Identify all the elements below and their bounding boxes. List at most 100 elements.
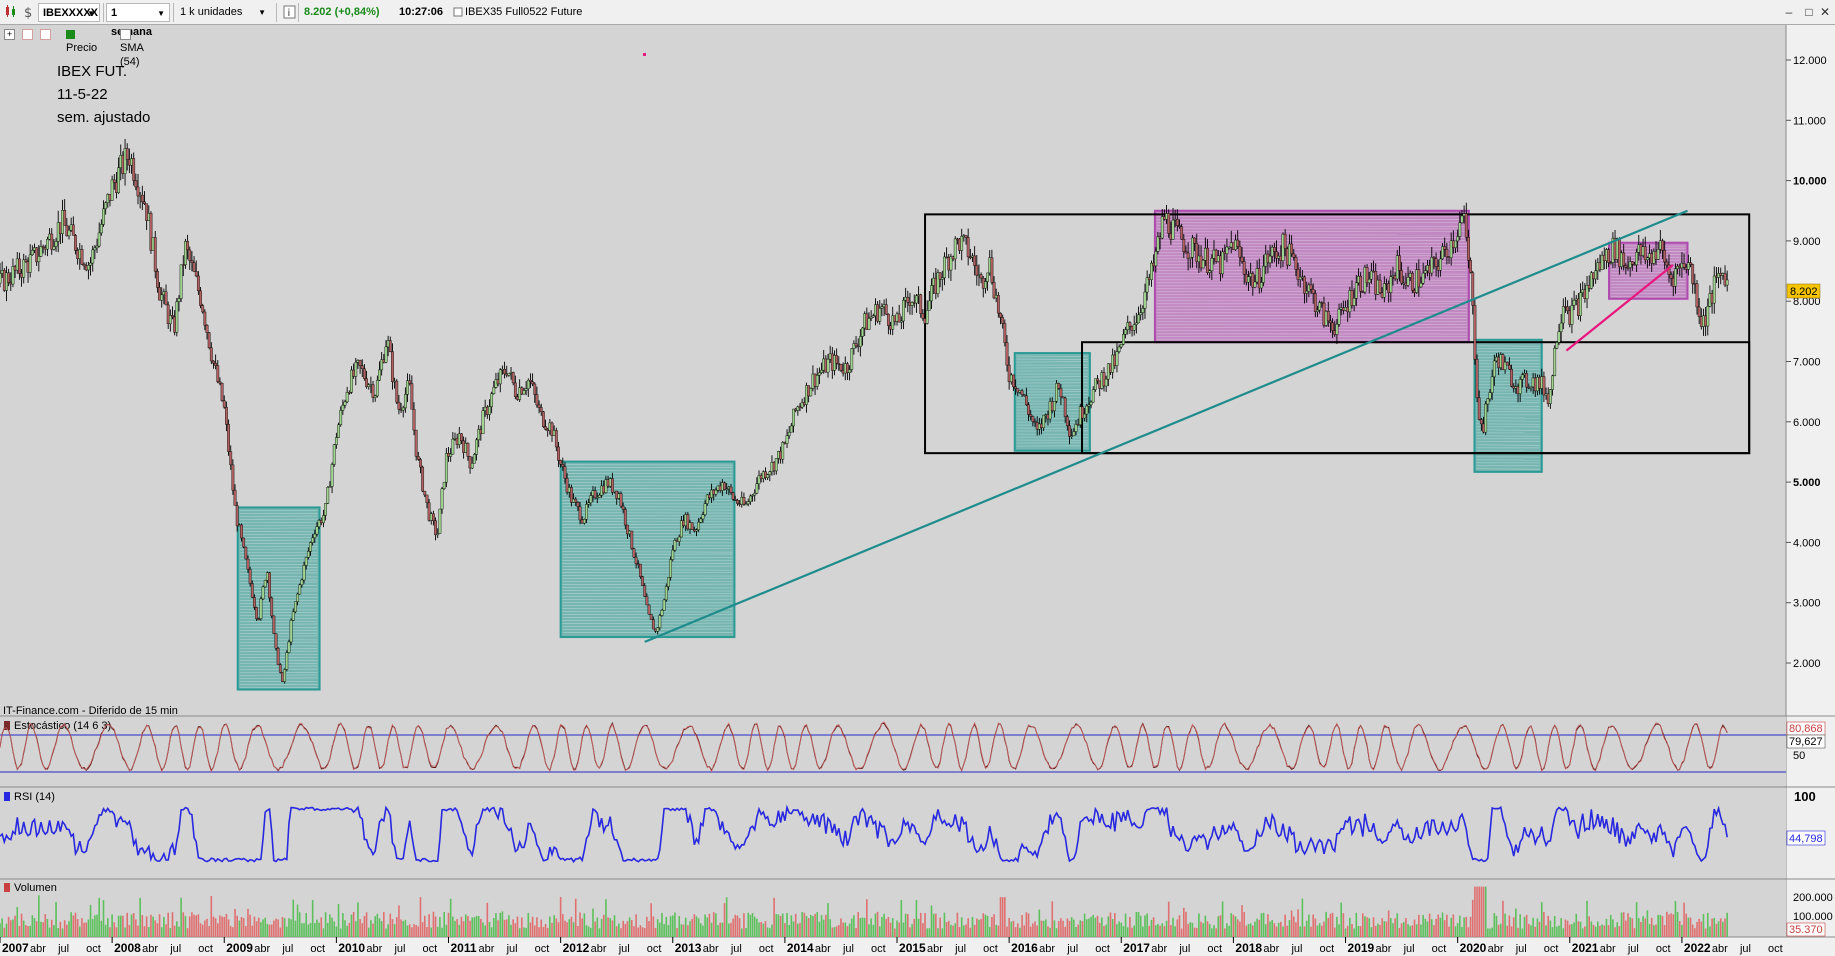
volume-bar bbox=[1538, 921, 1541, 937]
volume-bar bbox=[1126, 927, 1129, 937]
year-label: 2021 bbox=[1572, 941, 1599, 955]
info-icon[interactable]: i bbox=[283, 3, 297, 22]
volume-bar bbox=[999, 897, 1002, 937]
price-bar-body bbox=[1313, 293, 1317, 313]
volume-bar bbox=[1400, 923, 1403, 937]
price-bar-body bbox=[242, 537, 246, 548]
volume-bar bbox=[605, 899, 607, 937]
price-bar-body bbox=[1432, 257, 1436, 259]
price-bar-body bbox=[253, 597, 256, 608]
price-bar-body bbox=[1303, 276, 1306, 294]
volume-bar bbox=[820, 915, 823, 937]
price-bar-body bbox=[87, 265, 90, 271]
volume-bar bbox=[1560, 918, 1562, 937]
volume-bar bbox=[1629, 917, 1631, 937]
symbol-select[interactable]: IBEXXXXX ▼ bbox=[38, 3, 100, 22]
volume-bar bbox=[1042, 920, 1045, 937]
volume-bar bbox=[27, 926, 29, 937]
volume-bar bbox=[1286, 925, 1289, 937]
volume-bar bbox=[764, 921, 767, 937]
period-select[interactable]: 1 semana ▼ bbox=[106, 3, 170, 38]
volume-bar bbox=[391, 919, 394, 937]
volume-bar bbox=[1180, 928, 1183, 937]
price-bar-body bbox=[1240, 256, 1244, 262]
volume-bar bbox=[523, 927, 525, 937]
price-bar-body bbox=[190, 260, 194, 263]
price-bar-body bbox=[990, 257, 994, 283]
volume-bar bbox=[913, 918, 916, 937]
price-bar-body bbox=[278, 664, 282, 673]
price-bar-body bbox=[1031, 416, 1035, 422]
volume-bar bbox=[1152, 917, 1155, 937]
price-toggle[interactable]: Precio bbox=[66, 27, 97, 54]
volume-bar bbox=[44, 914, 47, 937]
volume-bar bbox=[430, 927, 433, 937]
volume-bar bbox=[809, 915, 812, 937]
price-bar-body bbox=[354, 362, 358, 377]
volume-bar bbox=[837, 925, 840, 937]
volume-bar bbox=[1, 918, 3, 937]
volume-bar bbox=[1187, 923, 1189, 937]
volume-bar bbox=[1344, 928, 1347, 937]
price-tick-label: 2.000 bbox=[1793, 658, 1821, 670]
volume-bar bbox=[1232, 914, 1235, 937]
volume-bar bbox=[333, 921, 336, 937]
volume-bar bbox=[1338, 924, 1340, 937]
volume-bar bbox=[630, 920, 633, 937]
volume-bar bbox=[521, 917, 523, 937]
volume-bar bbox=[574, 898, 577, 937]
volume-bar bbox=[1379, 924, 1381, 937]
dollar-icon[interactable]: $ bbox=[22, 3, 36, 22]
current-price-label: 8.202 bbox=[1790, 286, 1818, 298]
volume-bar bbox=[1262, 912, 1265, 937]
price-bar-body bbox=[442, 481, 446, 489]
price-bar-body bbox=[102, 208, 105, 225]
volume-bar bbox=[1540, 902, 1543, 937]
price-bar-body bbox=[1337, 309, 1341, 325]
volume-bar bbox=[1704, 928, 1707, 937]
volume-bar bbox=[1314, 918, 1317, 937]
volume-bar bbox=[850, 918, 853, 937]
price-bar-body bbox=[1128, 322, 1132, 327]
volume-bar bbox=[592, 908, 594, 937]
sma-checkbox[interactable] bbox=[120, 28, 131, 40]
volume-bar bbox=[982, 913, 985, 937]
volume-bar bbox=[432, 911, 435, 937]
volume-bar bbox=[781, 913, 784, 937]
price-bar-body bbox=[397, 401, 401, 410]
price-bar-body bbox=[296, 593, 299, 603]
volume-bar bbox=[1502, 900, 1504, 937]
price-bar-body bbox=[1134, 322, 1138, 325]
volume-bar bbox=[460, 916, 463, 937]
volume-bar bbox=[1301, 898, 1304, 937]
close-icon[interactable]: ✕ bbox=[1816, 3, 1834, 21]
eye-icon[interactable] bbox=[40, 27, 51, 41]
volume-bar bbox=[0, 923, 1, 937]
volume-bar bbox=[225, 913, 228, 937]
volume-bar bbox=[540, 919, 543, 937]
volume-bar bbox=[81, 918, 83, 937]
price-bar-body bbox=[1242, 261, 1246, 275]
sma-toggle[interactable]: SMA (54) bbox=[120, 27, 143, 68]
price-bar-body bbox=[1132, 324, 1136, 331]
minimize-button[interactable]: – bbox=[1780, 3, 1798, 21]
price-bar-body bbox=[1566, 306, 1570, 311]
volume-bar bbox=[1230, 913, 1233, 937]
volume-bar bbox=[25, 924, 27, 937]
crosshair-icon[interactable]: + bbox=[4, 27, 15, 41]
price-bar-body bbox=[22, 259, 26, 278]
volume-bar bbox=[439, 917, 441, 937]
volume-bar bbox=[492, 918, 495, 937]
candlestick-icon[interactable] bbox=[4, 3, 18, 22]
volume-bar bbox=[292, 899, 295, 937]
volume-bar bbox=[1254, 921, 1256, 937]
volume-bar bbox=[518, 928, 521, 937]
compare-icon[interactable] bbox=[22, 27, 33, 41]
price-bar-body bbox=[1012, 374, 1015, 388]
volume-bar bbox=[730, 922, 732, 937]
month-label: abr bbox=[142, 943, 158, 955]
price-bar-body bbox=[1122, 334, 1125, 345]
volume-bar bbox=[900, 900, 903, 937]
units-select[interactable]: 1 k unidades ▼ bbox=[176, 3, 270, 22]
volume-bar bbox=[939, 917, 941, 937]
